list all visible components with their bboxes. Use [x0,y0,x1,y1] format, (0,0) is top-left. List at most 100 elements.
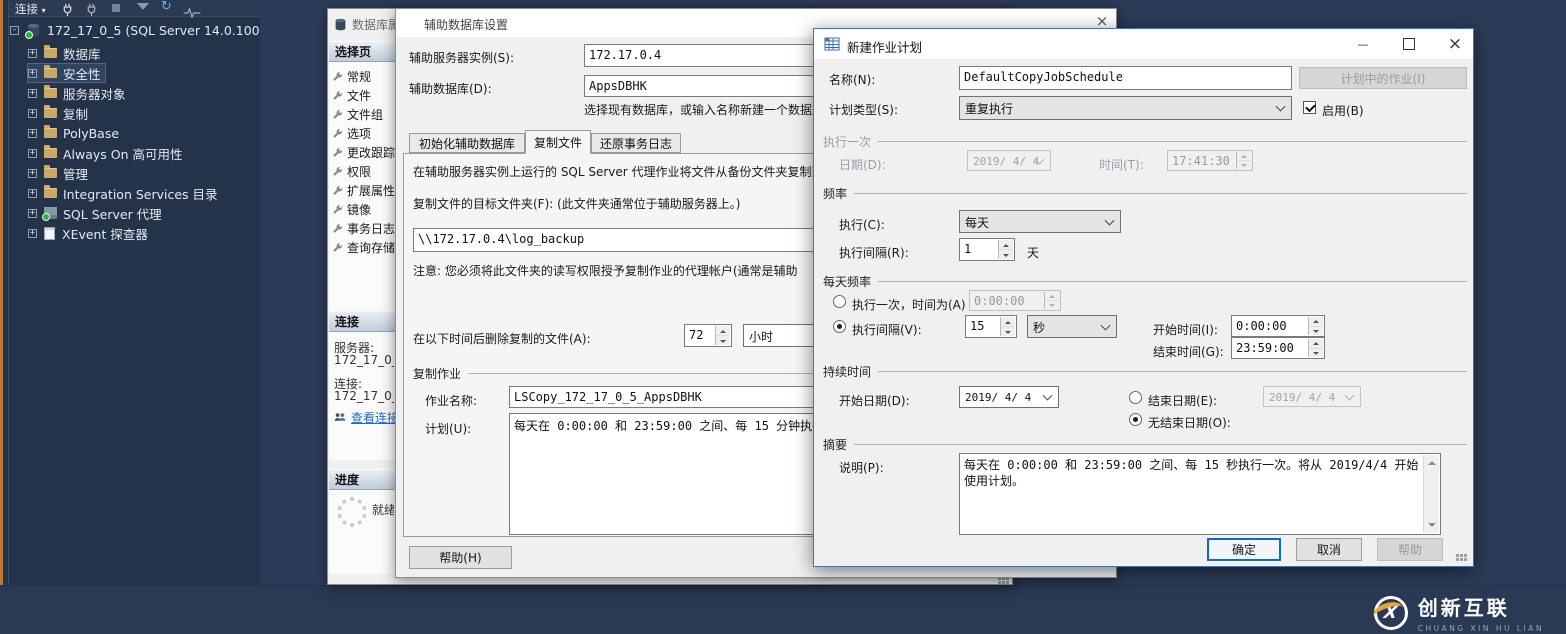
name-input[interactable]: DefaultCopyJobSchedule [959,66,1292,90]
spinner-arrows[interactable] [1044,292,1059,309]
refresh-icon[interactable]: ↻ [161,0,172,14]
spinner-arrows[interactable] [998,240,1013,259]
expand-icon[interactable]: + [28,168,37,178]
occurs-every-unit-select[interactable]: 秒 [1027,315,1117,338]
activity-monitor-icon[interactable] [183,3,201,22]
occurs-every-spinner[interactable]: 15 [965,315,1017,338]
object-explorer-panel: 连接 ▾ ↻ - 172_17_0_5 (SQL Server 14.0.100… [0,0,260,585]
occurs-once-time-spinner[interactable]: 0:00:00 [969,290,1061,311]
recurs-spinner[interactable]: 1 [959,238,1015,261]
tree-node-label: 服务器对象 [63,86,126,102]
tab-init-secondary[interactable]: 初始化辅助数据库 [409,133,525,153]
tree-node-label: 数据库 [63,46,101,62]
expand-icon[interactable]: + [28,128,37,138]
occurs-once-radio[interactable] [833,295,846,308]
expand-icon[interactable]: + [28,228,37,238]
expand-icon[interactable]: + [28,148,37,158]
delete-after-spinner[interactable]: 72 [684,324,732,347]
page-item-change-tracking[interactable]: 更改跟踪 [332,143,395,161]
scrollbar[interactable] [1423,455,1439,533]
page-item-query-store[interactable]: 查询存储 [332,238,395,256]
help-button[interactable]: 帮助(H) [409,546,512,569]
spinner-arrows[interactable] [1236,152,1251,169]
end-date-select[interactable]: 2019/ 4/ 4 [1263,386,1361,407]
collapse-icon[interactable]: - [10,25,19,35]
occurs-select[interactable]: 每天 [959,210,1121,233]
tree-node-integration-services[interactable]: + Integration Services 目录 [28,184,222,202]
tab-copy-files[interactable]: 复制文件 [525,130,591,154]
page-item-files[interactable]: 文件 [332,86,371,104]
schedule-type-select[interactable]: 重复执行 [959,96,1292,120]
tree-node-server-objects[interactable]: + 服务器对象 [28,84,130,102]
maximize-icon[interactable] [1392,29,1426,59]
resize-grip[interactable] [998,577,1011,585]
start-date-select[interactable]: 2019/ 4/ 4 [959,386,1059,408]
page-item-extended-properties[interactable]: 扩展属性 [332,181,395,199]
connect-plug-icon[interactable] [61,1,74,20]
expand-icon[interactable]: + [28,188,37,198]
folder-icon [44,185,57,198]
spinner-arrows[interactable] [1308,317,1323,335]
page-item-filegroups[interactable]: 文件组 [332,105,383,123]
spinner-arrows[interactable] [1308,339,1323,357]
page-item-options[interactable]: 选项 [332,124,371,142]
screen: 连接 ▾ ↻ - 172_17_0_5 (SQL Server 14.0.100… [0,0,1566,634]
tree-node-management[interactable]: + 管理 [28,164,92,182]
description-textarea[interactable]: 每天在 0:00:00 和 23:59:00 之间、每 15 秒执行一次。将从 … [959,453,1441,535]
end-time-spinner[interactable]: 23:59:00 [1231,337,1325,359]
page-item-permissions[interactable]: 权限 [332,162,371,180]
jobs-in-schedule-button[interactable]: 计划中的作业(I) [1299,67,1467,89]
end-time-label: 结束时间(G): [1153,345,1224,359]
folder-icon [44,65,57,78]
expand-icon[interactable]: + [28,88,37,98]
database-label: 辅助数据库(D): [409,82,492,96]
spinner-arrows[interactable] [715,326,730,345]
start-time-spinner[interactable]: 0:00:00 [1231,315,1325,337]
filter-icon[interactable] [137,3,149,10]
spinner-arrows[interactable] [1000,317,1015,336]
expand-icon[interactable]: + [28,48,37,58]
job-schedule-icon [824,36,840,56]
expand-icon[interactable]: + [28,208,37,218]
tree-node-polybase[interactable]: + PolyBase [28,124,123,142]
recurs-label: 执行间隔(R): [839,246,909,260]
disconnect-plug-icon[interactable] [85,1,98,20]
tree-node-security[interactable]: + 安全性 [27,63,106,83]
minimize-icon[interactable]: — [1346,29,1380,59]
enabled-checkbox[interactable] [1303,101,1316,114]
start-time-label: 开始时间(I): [1153,323,1218,337]
chevron-down-icon: ▾ [41,6,46,15]
tree-node-alwayson[interactable]: + Always On 高可用性 [28,144,187,162]
stop-icon[interactable] [112,4,120,12]
no-end-date-radio[interactable] [1129,413,1142,426]
tree-node-server[interactable]: - 172_17_0_5 (SQL Server 14.0.1000.169 [10,21,260,39]
page-item-log-shipping[interactable]: 事务日志 [332,219,395,237]
tree-node-xevent[interactable]: + XEvent 探查器 [28,224,152,242]
close-icon[interactable]: × [1438,29,1472,59]
resize-grip[interactable] [1456,554,1469,562]
expand-icon[interactable]: + [28,108,37,118]
sql-agent-icon [42,207,57,221]
expand-icon[interactable]: + [28,68,37,78]
connect-menu[interactable]: 连接 ▾ [15,1,46,17]
occurs-every-radio[interactable] [833,320,846,333]
ok-button[interactable]: 确定 [1207,538,1281,561]
occurs-label: 执行(C): [839,218,885,232]
tab-restore-log[interactable]: 还原事务日志 [591,133,681,153]
tree-node-sql-agent[interactable]: + SQL Server 代理 [28,204,166,222]
progress-spinner-icon [337,497,367,527]
schedule-titlebar[interactable]: 新建作业计划 — × [814,29,1473,59]
end-date-radio[interactable] [1129,391,1142,404]
date-select[interactable]: 2019/ 4/ 4 [967,150,1051,171]
time-spinner[interactable]: 17:41:30 [1167,150,1253,171]
tree-node-label: SQL Server 代理 [63,206,162,222]
cancel-button[interactable]: 取消 [1296,538,1362,561]
xevent-document-icon [44,226,55,240]
page-item-mirroring[interactable]: 镜像 [332,200,371,218]
help-button[interactable]: 帮助 [1377,538,1443,561]
page-item-general[interactable]: 常规 [332,67,371,85]
tree-node-replication[interactable]: + 复制 [28,104,92,122]
tree-node-label: 172_17_0_5 (SQL Server 14.0.1000.169 [47,22,260,38]
tree-node-databases[interactable]: + 数据库 [28,44,105,62]
view-connection-link[interactable]: 查看连接属性 [351,409,395,426]
